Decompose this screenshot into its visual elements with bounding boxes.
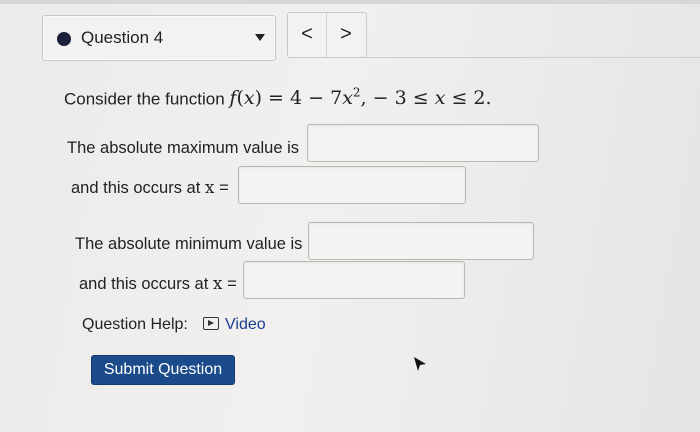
problem-statement: Consider the function f(x) = 4 − 7x2, − …	[64, 86, 492, 109]
caret-down-icon[interactable]	[255, 34, 265, 41]
abs-max-label: The absolute maximum value is	[67, 139, 300, 157]
abs-max-x-var: x	[204, 178, 215, 198]
abs-min-x-label: and this occurs at x =	[79, 274, 237, 294]
function-name: f	[229, 87, 237, 110]
question-selector[interactable]: Question 4	[42, 15, 276, 61]
abs-max-value-input[interactable]	[307, 124, 539, 162]
abs-min-value-input[interactable]	[308, 222, 534, 260]
abs-max-x-label: and this occurs at x =	[71, 178, 229, 198]
function-variable: x	[243, 87, 255, 110]
previous-question-button[interactable]: <	[288, 13, 327, 57]
mouse-cursor-icon	[414, 357, 426, 371]
video-help-link[interactable]: Video	[203, 316, 266, 334]
abs-min-x-equals: =	[222, 275, 237, 293]
problem-prefix: Consider the function	[64, 89, 230, 109]
function-expression: f(x) = 4 − 7x2, − 3 ≤ x ≤ 2.	[229, 86, 492, 110]
question-status-dot-icon	[57, 32, 71, 46]
next-question-button[interactable]: >	[327, 13, 365, 57]
abs-min-label: The absolute minimum value is	[75, 235, 303, 253]
question-nav: < >	[287, 12, 367, 58]
question-help-label: Question Help:	[82, 316, 188, 333]
abs-min-x-label-text: and this occurs at	[79, 275, 213, 293]
formula-exponent: 2	[352, 86, 361, 100]
video-link-label: Video	[225, 316, 266, 333]
submit-question-button[interactable]: Submit Question	[91, 355, 235, 385]
domain-rhs: ≤ 2.	[445, 87, 492, 110]
formula-variable: x	[342, 87, 353, 110]
abs-max-x-input[interactable]	[238, 166, 466, 204]
question-selector-label: Question 4	[81, 28, 164, 47]
top-border	[0, 0, 700, 4]
domain-lhs: , − 3 ≤	[360, 87, 435, 110]
abs-min-x-input[interactable]	[243, 261, 465, 299]
play-box-icon	[203, 317, 219, 330]
formula-rest: = 4 − 7	[262, 87, 343, 110]
abs-max-x-label-text: and this occurs at	[71, 179, 205, 197]
abs-max-x-equals: =	[214, 179, 229, 197]
domain-variable: x	[434, 87, 446, 110]
header-divider	[365, 57, 700, 58]
abs-min-x-var: x	[212, 274, 223, 294]
